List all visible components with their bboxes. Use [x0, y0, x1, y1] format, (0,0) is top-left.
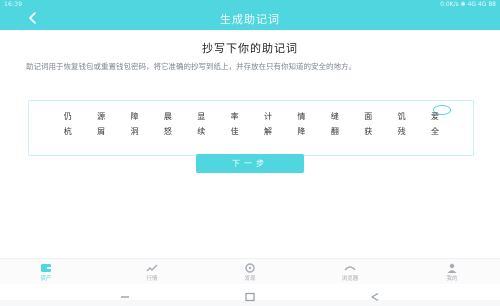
mnemonic-word: 杭: [63, 127, 72, 136]
tab-label: 资产: [40, 276, 52, 282]
menu-icon: [121, 296, 129, 298]
mnemonic-word: 全: [430, 127, 439, 136]
mnemonic-word: 残: [397, 127, 406, 136]
back-triangle-icon: [371, 292, 379, 302]
discover-icon: [245, 263, 255, 273]
main-content: 抄写下你的助记词 助记词用于恢复钱包或重置钱包密码，将它准确的抄写到纸上，并存放…: [0, 30, 500, 258]
home-nav-button[interactable]: [243, 287, 257, 302]
mnemonic-word: 获: [364, 127, 373, 136]
tab-browser[interactable]: 浏览器: [323, 261, 377, 285]
home-square-icon: [245, 292, 255, 302]
profile-icon: [447, 263, 457, 273]
tab-label: 发现: [244, 276, 256, 282]
market-icon: [146, 264, 158, 272]
header-title: 生成助记词: [220, 13, 280, 26]
mnemonic-word: 翻: [330, 127, 339, 136]
top-bar: 16:39 0.0K/s ✱ 4G 4G 88 生成助记词: [0, 0, 500, 30]
mnemonic-box: 仍 源 障 晨 显 率 计 情 缝 面 饥 爱杭 屑 洞 怒 续 佳 解 降 翻 获 残 全: [28, 100, 474, 156]
mnemonic-word: 显: [197, 112, 206, 121]
mnemonic-word: 率: [230, 112, 239, 121]
mnemonic-word: 面: [364, 112, 373, 121]
page-heading: 抄写下你的助记词: [202, 42, 298, 55]
tab-market[interactable]: 行情: [125, 261, 179, 285]
next-button[interactable]: 下一步: [196, 154, 304, 173]
mnemonic-word: 爱: [430, 112, 439, 121]
mnemonic-word: 晨: [163, 112, 172, 121]
back-nav-button[interactable]: [368, 287, 382, 302]
mnemonic-word: 续: [197, 127, 206, 136]
system-nav-bar: [0, 284, 500, 302]
mnemonic-word: 降: [297, 127, 306, 136]
mnemonic-word-grid: 仍 源 障 晨 显 率 计 情 缝 面 饥 爱杭 屑 洞 怒 续 佳 解 降 翻 获 残 全: [51, 109, 451, 139]
mnemonic-word: 源: [97, 112, 106, 121]
tab-discover[interactable]: 发现: [223, 261, 277, 285]
mnemonic-word: 洞: [130, 127, 139, 136]
mnemonic-word: 仍: [63, 112, 72, 121]
status-indicators: 0.0K/s ✱ 4G 4G 88: [440, 1, 496, 8]
tab-label: 浏览器: [341, 276, 359, 282]
browser-icon: [344, 266, 356, 271]
mnemonic-word: 情: [297, 112, 306, 121]
bottom-tab-bar: 资产 行情 发现 浏览器 我的: [0, 258, 500, 285]
mnemonic-word: 解: [264, 127, 273, 136]
mnemonic-word: 饥: [397, 112, 406, 121]
mnemonic-word: 佳: [230, 127, 239, 136]
tab-label: 我的: [446, 276, 458, 282]
status-time: 16:39: [4, 1, 23, 8]
mnemonic-word: 怒: [163, 127, 172, 136]
mnemonic-word: 障: [130, 112, 139, 121]
mnemonic-word: 计: [264, 112, 273, 121]
tab-profile[interactable]: 我的: [425, 261, 479, 285]
mnemonic-word: 缝: [330, 112, 339, 121]
tab-assets[interactable]: 资产: [19, 261, 73, 285]
menu-nav-button[interactable]: [118, 287, 132, 298]
wallet-icon: [41, 264, 51, 272]
tab-label: 行情: [146, 276, 158, 282]
mnemonic-word: 屑: [97, 127, 106, 136]
description-text: 助记词用于恢复钱包或重置钱包密码，将它准确的抄写到纸上，并存放在只有你知道的安全…: [26, 62, 356, 71]
